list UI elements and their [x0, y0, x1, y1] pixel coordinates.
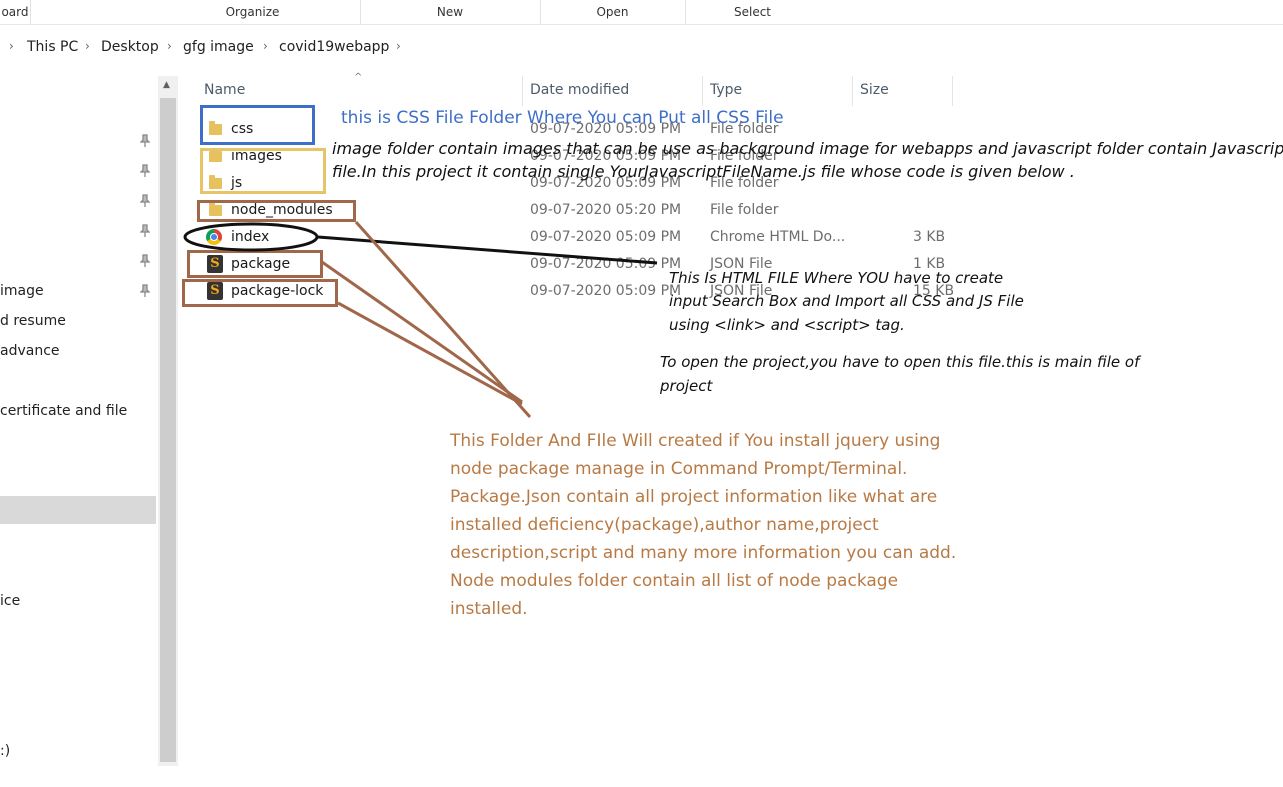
node-note-line-4: installed deficiency(package),author nam…	[450, 515, 879, 535]
images-note-line-1: image folder contain images that can be …	[332, 139, 1283, 158]
node-note-line-2: node package manage in Command Prompt/Te…	[450, 459, 908, 479]
node-note-line-5: description,script and many more informa…	[450, 543, 957, 563]
node-note-line-7: installed.	[450, 599, 528, 619]
open-note-line-1: To open the project,you have to open thi…	[660, 353, 1140, 371]
open-note-line-2: project	[660, 377, 713, 395]
css-folder-note: this is CSS File Folder Where You can Pu…	[341, 108, 784, 128]
package-pointer-line	[321, 260, 523, 404]
node-note-line-6: Node modules folder contain all list of …	[450, 571, 899, 591]
package-lock-pointer-line	[337, 301, 523, 406]
node-note-line-3: Package.Json contain all project informa…	[450, 487, 938, 507]
html-note-line-1: This Is HTML FILE Where YOU have to crea…	[669, 269, 1004, 287]
index-pointer-line	[317, 235, 658, 265]
html-note-line-2: input Search Box and Import all CSS and …	[669, 292, 1024, 310]
node-note-line-1: This Folder And FIle Will created if You…	[450, 431, 941, 451]
index-highlight-ellipse	[183, 222, 319, 252]
images-note-line-2: file.In this project it contain single Y…	[332, 162, 1075, 181]
html-note-line-3: using <link> and <script> tag.	[669, 316, 905, 334]
